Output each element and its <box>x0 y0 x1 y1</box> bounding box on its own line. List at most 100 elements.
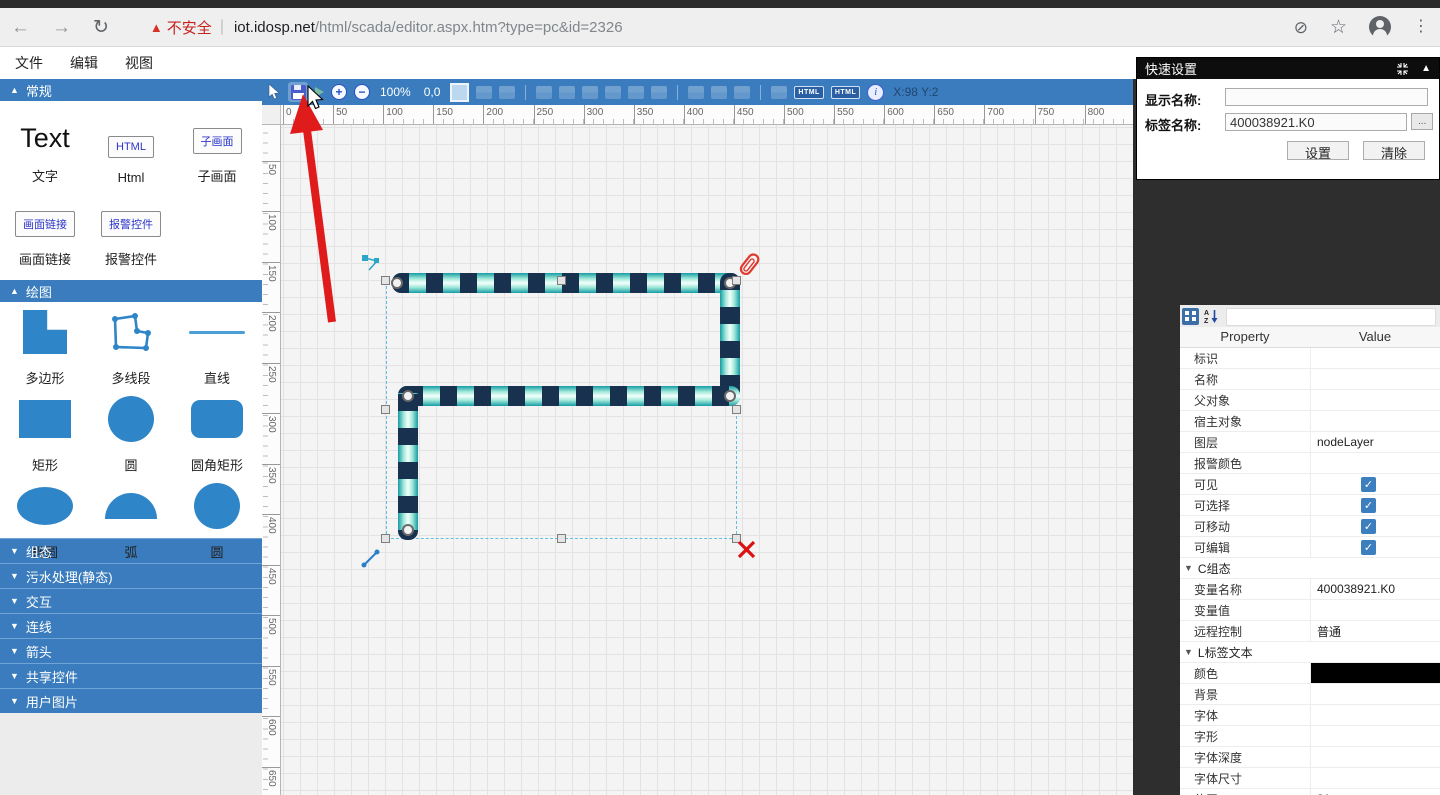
property-value[interactable] <box>1310 768 1440 788</box>
property-value[interactable] <box>1310 600 1440 620</box>
sidebar-section-header[interactable]: ▼箭头 <box>0 638 262 663</box>
rotate-line-icon[interactable] <box>361 547 383 569</box>
delete-x-icon[interactable] <box>737 540 757 560</box>
property-row[interactable]: 变量名称400038921.K0 <box>1180 579 1440 600</box>
property-row[interactable]: 变量值 <box>1180 600 1440 621</box>
pipe-joint[interactable] <box>402 390 414 402</box>
resize-handle-sw[interactable] <box>381 534 390 543</box>
property-value[interactable] <box>1310 369 1440 389</box>
resize-handle-s[interactable] <box>557 534 566 543</box>
property-row[interactable]: 颜色 <box>1180 663 1440 684</box>
property-value[interactable] <box>1310 726 1440 746</box>
pipe-segment-top[interactable] <box>392 273 740 293</box>
property-value[interactable] <box>1310 747 1440 767</box>
checkbox-checked[interactable]: ✓ <box>1361 540 1376 555</box>
palette-item[interactable]: 矩形 <box>2 395 88 482</box>
property-value[interactable] <box>1310 348 1440 368</box>
property-row[interactable]: 报警颜色 <box>1180 453 1440 474</box>
property-row[interactable]: 父对象 <box>1180 390 1440 411</box>
sidebar-section-header[interactable]: ▼交互 <box>0 588 262 613</box>
forward-icon[interactable]: → <box>52 18 71 37</box>
zoom-in-icon[interactable]: + <box>331 84 347 100</box>
info-icon[interactable]: i <box>867 84 884 101</box>
url-domain[interactable]: iot.idosp.net <box>234 19 315 36</box>
property-value[interactable]: 31 <box>1310 789 1440 795</box>
back-icon[interactable]: ← <box>11 18 30 37</box>
pipe-joint[interactable] <box>391 277 403 289</box>
property-row[interactable]: 字体 <box>1180 705 1440 726</box>
property-value[interactable]: nodeLayer <box>1310 432 1440 452</box>
reload-icon[interactable]: ↻ <box>93 18 109 37</box>
property-value[interactable]: 普通 <box>1310 621 1440 641</box>
property-value[interactable] <box>1310 453 1440 473</box>
property-row[interactable]: 宿主对象 <box>1180 411 1440 432</box>
palette-item[interactable]: 直线 <box>174 308 260 395</box>
resize-handle-w[interactable] <box>381 405 390 414</box>
property-row[interactable]: 图层nodeLayer <box>1180 432 1440 453</box>
checkbox-checked[interactable]: ✓ <box>1361 477 1376 492</box>
resize-handle-e[interactable] <box>732 405 741 414</box>
property-row[interactable]: 位置31 <box>1180 789 1440 795</box>
tag-browse-button[interactable]: ... <box>1411 113 1433 130</box>
palette-item[interactable]: 圆 <box>174 482 260 569</box>
zoom-out-page-icon[interactable]: ⊘ <box>1294 19 1308 36</box>
palette-item[interactable]: 报警控件报警控件 <box>88 193 174 276</box>
palette-item[interactable]: 多线段 <box>88 308 174 395</box>
collapse-panel-icon[interactable]: ▲ <box>1421 63 1431 74</box>
property-value[interactable]: 400038921.K0 <box>1310 579 1440 599</box>
edit-vertices-icon[interactable] <box>361 253 383 275</box>
display-name-input[interactable] <box>1225 88 1428 106</box>
checkbox-checked[interactable]: ✓ <box>1361 519 1376 534</box>
property-row[interactable]: 可移动✓ <box>1180 516 1440 537</box>
property-value[interactable] <box>1310 390 1440 410</box>
resize-handle-n[interactable] <box>557 276 566 285</box>
property-row[interactable]: 远程控制普通 <box>1180 621 1440 642</box>
profile-avatar[interactable] <box>1369 16 1391 38</box>
property-row[interactable]: 字体深度 <box>1180 747 1440 768</box>
palette-item[interactable]: 圆角矩形 <box>174 395 260 482</box>
canvas-settings-icon[interactable] <box>450 83 469 102</box>
palette-item[interactable]: Text文字 <box>2 105 88 193</box>
attach-paperclip-icon[interactable] <box>736 250 762 280</box>
menu-item-2[interactable]: 编辑 <box>70 53 98 73</box>
property-value[interactable]: ✓ <box>1310 537 1440 557</box>
sidebar-section-header[interactable]: ▲绘图 <box>0 280 262 302</box>
sort-az-icon[interactable]: AZ <box>1203 308 1220 325</box>
property-row[interactable]: 可编辑✓ <box>1180 537 1440 558</box>
pipe-segment-middle[interactable] <box>398 386 740 406</box>
property-value[interactable]: ✓ <box>1310 495 1440 515</box>
categorized-view-icon[interactable] <box>1182 308 1199 325</box>
palette-item[interactable]: 弧 <box>88 482 174 569</box>
palette-item[interactable]: HTMLHtml <box>88 105 174 193</box>
resize-handle-nw[interactable] <box>381 276 390 285</box>
property-row[interactable]: 字体尺寸 <box>1180 768 1440 789</box>
palette-item[interactable]: 多边形 <box>2 308 88 395</box>
pointer-tool-icon[interactable] <box>268 84 281 100</box>
url-path[interactable]: /html/scada/editor.aspx.htm?type=pc&id=2… <box>315 19 623 36</box>
property-row[interactable]: 可见✓ <box>1180 474 1440 495</box>
sidebar-section-header[interactable]: ▼共享控件 <box>0 663 262 688</box>
pipe-segment-left[interactable] <box>398 386 418 540</box>
run-preview-icon[interactable] <box>315 87 324 97</box>
property-search-field[interactable] <box>1226 308 1436 326</box>
palette-item[interactable]: 圆 <box>88 395 174 482</box>
property-group[interactable]: ▼C组态 <box>1180 558 1440 579</box>
color-swatch[interactable] <box>1311 663 1440 683</box>
property-row[interactable]: 名称 <box>1180 369 1440 390</box>
property-value[interactable] <box>1310 411 1440 431</box>
property-value[interactable] <box>1310 705 1440 725</box>
property-value[interactable] <box>1310 663 1440 683</box>
html-view-icon[interactable]: HTML <box>831 86 860 99</box>
security-warning-label[interactable]: 不安全 <box>167 17 212 38</box>
pipe-joint[interactable] <box>402 524 414 536</box>
property-value[interactable]: ✓ <box>1310 474 1440 494</box>
html-export-icon[interactable]: HTML <box>794 86 823 99</box>
design-canvas[interactable] <box>281 125 1133 795</box>
menu-item-1[interactable]: 文件 <box>15 53 43 73</box>
property-value[interactable] <box>1310 684 1440 704</box>
compress-icon[interactable] <box>1396 63 1409 75</box>
property-group[interactable]: ▼L标签文本 <box>1180 642 1440 663</box>
property-row[interactable]: 字形 <box>1180 726 1440 747</box>
warning-icon[interactable]: ▲ <box>150 20 163 35</box>
palette-item[interactable]: 画面链接画面链接 <box>2 193 88 276</box>
